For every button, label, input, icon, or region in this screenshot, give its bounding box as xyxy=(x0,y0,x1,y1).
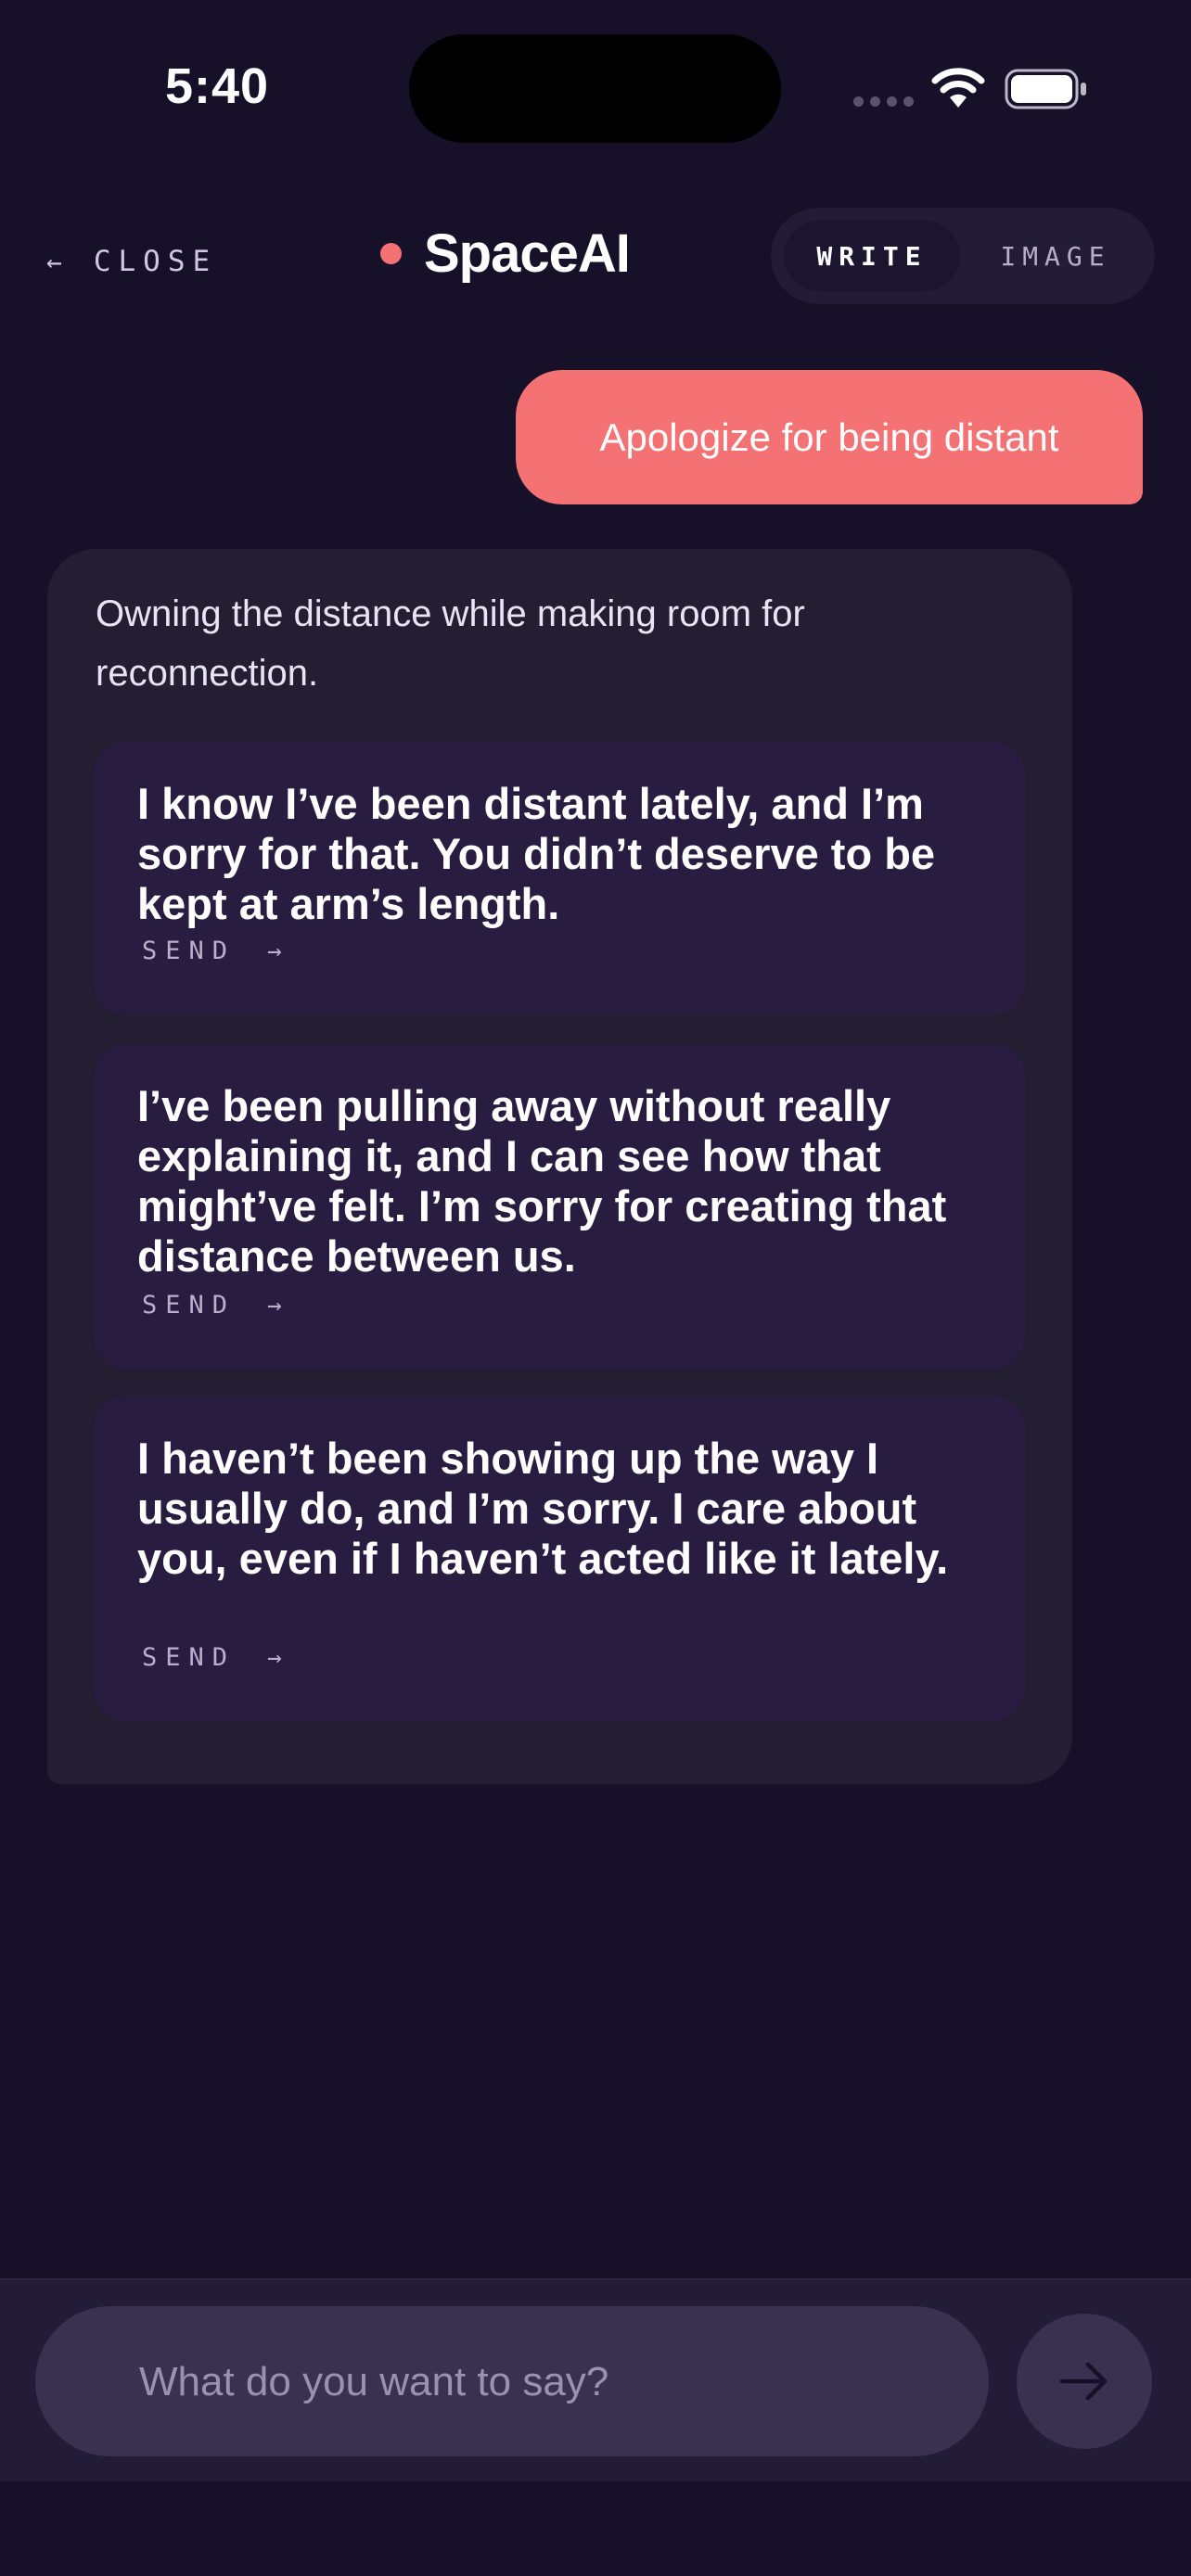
send-suggestion-button[interactable]: SEND → xyxy=(142,1643,282,1672)
suggestion-text: I haven’t been showing up the way I usua… xyxy=(137,1434,949,1583)
close-label: CLOSE xyxy=(93,245,218,278)
top-bar: ← CLOSE SpaceAI WRITE IMAGE xyxy=(0,195,1191,315)
suggestion-text: I’ve been pulling away without really ex… xyxy=(137,1081,947,1281)
user-message-bubble: Apologize for being distant xyxy=(516,370,1143,504)
arrow-right-icon: → xyxy=(267,1291,282,1320)
send-label: SEND xyxy=(142,1643,237,1672)
response-card: Owning the distance while making room fo… xyxy=(47,549,1072,1784)
suggestion-card[interactable]: I haven’t been showing up the way I usua… xyxy=(94,1396,1025,1721)
arrow-right-icon: → xyxy=(267,937,282,965)
status-dot xyxy=(380,243,402,264)
suggestion-text: I know I’ve been distant lately, and I’m… xyxy=(137,779,936,928)
status-time: 5:40 xyxy=(165,58,270,114)
send-label: SEND xyxy=(142,937,237,965)
brand: SpaceAI xyxy=(380,223,631,285)
suggestion-card[interactable]: I’ve been pulling away without really ex… xyxy=(94,1044,1025,1369)
composer-bar xyxy=(0,2278,1191,2481)
arrow-right-icon xyxy=(1059,2362,1108,2401)
suggestion-card[interactable]: I know I’ve been distant lately, and I’m… xyxy=(94,742,1025,1014)
response-intro: Owning the distance while making room fo… xyxy=(96,593,805,694)
message-input[interactable] xyxy=(137,2306,957,2458)
battery-icon xyxy=(1005,69,1086,109)
tab-write[interactable]: WRITE xyxy=(784,221,960,291)
wifi-icon xyxy=(931,68,985,108)
back-arrow-icon: ← xyxy=(46,246,62,277)
send-button[interactable] xyxy=(1017,2314,1152,2449)
send-suggestion-button[interactable]: SEND → xyxy=(142,1291,282,1320)
arrow-right-icon: → xyxy=(267,1643,282,1672)
status-bar: 5:40 xyxy=(0,0,1191,167)
mode-toggle: WRITE IMAGE xyxy=(771,208,1155,304)
close-button[interactable]: ← CLOSE xyxy=(46,234,217,289)
send-suggestion-button[interactable]: SEND → xyxy=(142,937,282,965)
dynamic-island xyxy=(409,34,781,143)
brand-name: SpaceAI xyxy=(424,223,631,284)
tab-image[interactable]: IMAGE xyxy=(967,221,1144,291)
signal-icon xyxy=(853,96,914,107)
send-label: SEND xyxy=(142,1291,237,1320)
message-input-container[interactable] xyxy=(35,2306,989,2458)
